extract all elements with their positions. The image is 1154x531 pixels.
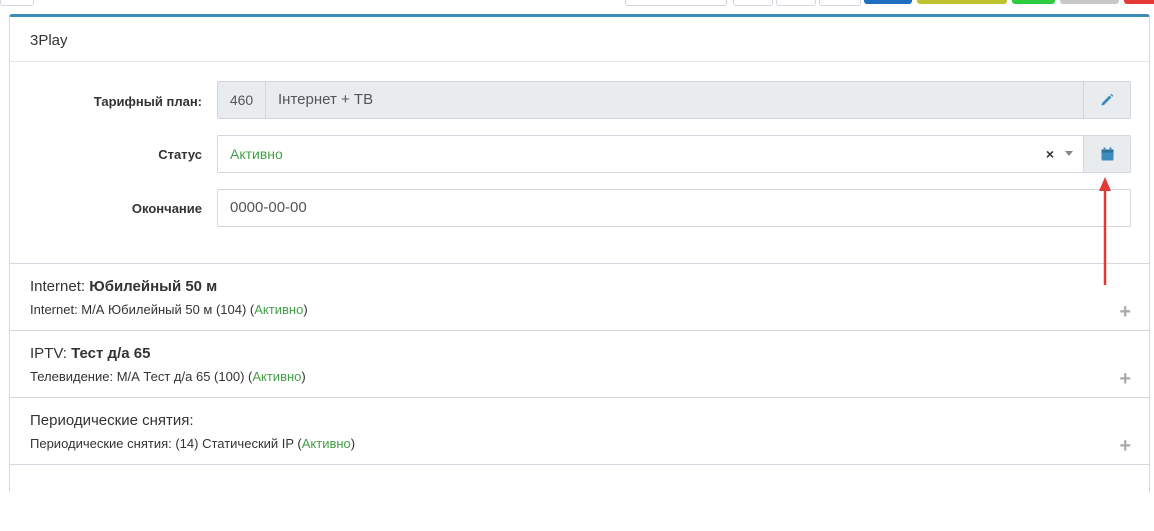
toolbar-button[interactable]: [819, 0, 861, 6]
service-title: IPTV: Тест д/а 65: [30, 345, 150, 362]
service-title: Internet: Юбилейный 50 м: [30, 278, 217, 295]
toolbar-olive-button[interactable]: [917, 0, 1007, 4]
status-select[interactable]: Активно ×: [217, 135, 1131, 173]
expand-plus-icon[interactable]: +: [1119, 436, 1131, 456]
toolbar-button[interactable]: [0, 0, 34, 6]
pencil-icon: [1101, 93, 1114, 106]
tariff-field: 460 Інтернет + ТВ: [217, 81, 1131, 119]
service-detail-suffix: ): [350, 436, 356, 451]
service-type: IPTV:: [30, 345, 67, 362]
calendar-icon: [1101, 147, 1113, 161]
annotation-arrow-icon: [1099, 177, 1111, 285]
service-name: Юбилейный 50 м: [89, 278, 218, 295]
toolbar-blue-button[interactable]: [864, 0, 912, 4]
end-date-value: 0000-00-00: [230, 199, 307, 216]
calendar-button[interactable]: [1083, 136, 1130, 172]
service-type: Internet:: [30, 278, 86, 295]
status-value: Активно: [230, 146, 283, 162]
service-type: Периодические снятия:: [30, 412, 194, 429]
toolbar-green-button[interactable]: [1012, 0, 1055, 4]
service-detail-text: Периодические снятия: (14) Статический I…: [30, 436, 302, 451]
service-detail-text: Телевидение: М/А Тест д/а 65 (100) (: [30, 369, 253, 384]
service-panel-periodic[interactable]: Периодические снятия: Периодические снят…: [10, 397, 1149, 464]
service-name: Тест д/а 65: [71, 345, 151, 362]
service-status: Активно: [301, 436, 351, 451]
toolbar-red-button[interactable]: [1124, 0, 1154, 4]
service-detail-text: Internet: М/А Юбилейный 50 м (104) (: [30, 302, 255, 317]
service-detail: Телевидение: М/А Тест д/а 65 (100) (Акти…: [30, 369, 306, 384]
service-status: Активно: [252, 369, 302, 384]
edit-tariff-button[interactable]: [1083, 82, 1130, 118]
card-header: 3Play: [10, 17, 1149, 62]
service-panel-internet[interactable]: Internet: Юбилейный 50 м Internet: М/А Ю…: [10, 263, 1149, 330]
toolbar-button[interactable]: [733, 0, 773, 6]
expand-plus-icon[interactable]: +: [1119, 369, 1131, 389]
expand-plus-icon[interactable]: +: [1119, 302, 1131, 322]
service-detail-suffix: ): [301, 369, 306, 384]
toolbar-gray-button[interactable]: [1060, 0, 1119, 4]
end-date-input[interactable]: 0000-00-00: [217, 189, 1131, 227]
toolbar-input[interactable]: [625, 0, 727, 6]
service-title: Периодические снятия:: [30, 412, 194, 429]
status-label: Статус: [158, 147, 202, 162]
tariff-label: Тарифный план:: [93, 94, 202, 109]
top-toolbar: [0, 0, 1154, 6]
3play-card: 3Play Тарифный план: 460 Інтернет + ТВ С…: [9, 14, 1150, 531]
service-panel-iptv[interactable]: IPTV: Тест д/а 65 Телевидение: М/А Тест …: [10, 330, 1149, 397]
service-detail-suffix: ): [303, 302, 308, 317]
service-detail: Периодические снятия: (14) Статический I…: [30, 436, 355, 451]
tariff-code: 460: [218, 82, 266, 118]
service-panel-next: [10, 464, 1149, 531]
tariff-name: Інтернет + ТВ: [278, 91, 374, 108]
service-detail: Internet: М/А Юбилейный 50 м (104) (Акти…: [30, 302, 308, 317]
card-title: 3Play: [30, 32, 68, 49]
toolbar-button[interactable]: [776, 0, 816, 6]
end-date-label: Окончание: [131, 201, 202, 216]
chevron-down-icon[interactable]: [1065, 151, 1073, 156]
clear-status-icon[interactable]: ×: [1046, 136, 1054, 172]
service-status: Активно: [254, 302, 304, 317]
